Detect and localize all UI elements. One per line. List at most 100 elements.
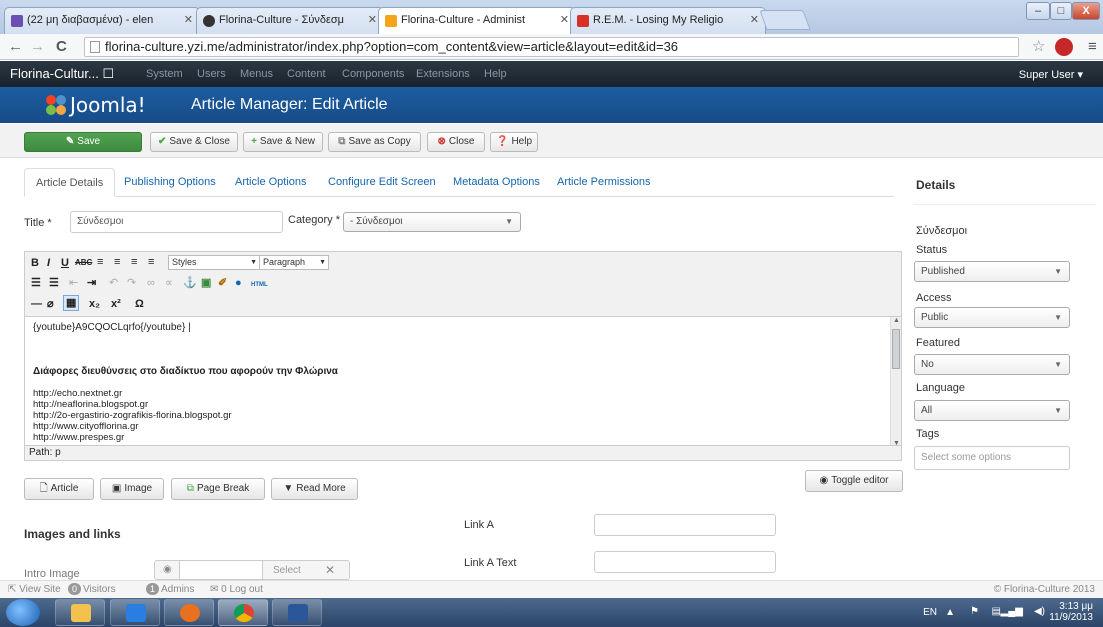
subscript-icon[interactable]: x₂ xyxy=(89,297,100,311)
save-copy-button[interactable]: ⧉ Save as Copy xyxy=(328,132,421,152)
read-more-button[interactable]: ▼ Read More xyxy=(271,478,358,500)
article-button[interactable]: 🗋 Article xyxy=(24,478,94,500)
tab-article-details[interactable]: Article Details xyxy=(24,168,116,197)
close-icon[interactable]: ✕ xyxy=(560,13,569,26)
user-menu[interactable]: Super User ▾ xyxy=(1019,68,1083,81)
back-icon[interactable]: ← xyxy=(8,38,23,56)
minimize-button[interactable]: – xyxy=(1026,2,1050,20)
menu-content[interactable]: Content xyxy=(287,68,326,80)
menu-menus[interactable]: Menus xyxy=(240,68,273,80)
image-icon[interactable]: ▣ xyxy=(201,276,211,290)
chevron-up-icon[interactable]: ▲ xyxy=(945,607,955,618)
language-select[interactable]: All ▼ xyxy=(914,400,1070,421)
access-select[interactable]: Public ▼ xyxy=(914,307,1070,328)
taskbar-explorer[interactable] xyxy=(55,599,105,626)
scrollbar-thumb[interactable] xyxy=(892,329,900,369)
browser-tab-mail[interactable]: (22 μη διαβασμένα) - elen ✕ xyxy=(4,7,200,34)
editor-scrollbar[interactable]: ▲ ▼ xyxy=(890,317,901,445)
taskbar-chrome[interactable] xyxy=(218,599,268,626)
eraser-icon[interactable]: ⌀ xyxy=(47,297,54,311)
help-button[interactable]: ❓ Help xyxy=(490,132,538,152)
close-icon[interactable]: ✕ xyxy=(184,13,193,26)
image-button[interactable]: ▣ Image xyxy=(100,478,164,500)
numbered-list-icon[interactable]: ☰ xyxy=(49,276,59,290)
paragraph-select[interactable]: Paragraph ▼ xyxy=(259,255,329,270)
help-icon[interactable]: ● xyxy=(235,276,242,290)
unlink-icon[interactable]: ∝ xyxy=(165,276,173,290)
url-input[interactable]: florina-culture.yzi.me/administrator/ind… xyxy=(84,37,1019,57)
link-a-input[interactable] xyxy=(594,514,776,536)
align-left-button[interactable]: ≡ xyxy=(97,255,103,269)
intro-image-input[interactable] xyxy=(179,561,263,579)
volume-icon[interactable]: ◀) xyxy=(1034,606,1045,617)
clear-icon[interactable]: ✕ xyxy=(325,563,335,577)
table-icon[interactable]: ▦ xyxy=(63,295,80,311)
menu-users[interactable]: Users xyxy=(197,68,226,80)
save-button[interactable]: ✎ Save xyxy=(24,132,142,152)
indent-icon[interactable]: ⇥ xyxy=(87,276,96,290)
scroll-up-icon[interactable]: ▲ xyxy=(893,317,900,324)
bullet-list-icon[interactable]: ☰ xyxy=(31,276,41,290)
anchor-icon[interactable]: ⚓ xyxy=(183,276,197,290)
save-new-button[interactable]: + Save & New xyxy=(243,132,323,152)
select-image-button[interactable]: Select xyxy=(273,565,301,576)
menu-help[interactable]: Help xyxy=(484,68,507,80)
align-right-button[interactable]: ≡ xyxy=(131,255,137,269)
strikethrough-button[interactable]: ABC xyxy=(75,256,92,270)
language-indicator[interactable]: EN xyxy=(923,607,937,618)
star-icon[interactable]: ☆ xyxy=(1032,38,1045,56)
page-break-button[interactable]: ⧉ Page Break xyxy=(171,478,265,500)
clock[interactable]: 3:13 μμ 11/9/2013 xyxy=(1049,601,1093,623)
link-icon[interactable]: ∞ xyxy=(147,276,155,290)
cleanup-icon[interactable]: ✐ xyxy=(218,276,227,290)
special-char-icon[interactable]: Ω xyxy=(135,297,144,311)
taskbar-word[interactable] xyxy=(272,599,322,626)
tags-input[interactable]: Select some options xyxy=(914,446,1070,470)
logout-link[interactable]: ✉ 0 Log out xyxy=(210,581,263,598)
toggle-editor-button[interactable]: ◉ Toggle editor xyxy=(805,470,903,492)
align-justify-button[interactable]: ≡ xyxy=(148,255,154,269)
browser-tab-admin[interactable]: Florina-Culture - Administ ✕ xyxy=(378,7,576,34)
tab-metadata-options[interactable]: Metadata Options xyxy=(442,168,551,197)
featured-select[interactable]: No ▼ xyxy=(914,354,1070,375)
close-button[interactable]: ⊗ Close xyxy=(427,132,485,152)
start-button[interactable] xyxy=(6,599,40,626)
html-icon[interactable]: HTML xyxy=(251,278,268,292)
taskbar-media[interactable] xyxy=(110,599,160,626)
flag-icon[interactable]: ⚑ xyxy=(970,606,979,617)
browser-tab-links[interactable]: Florina-Culture - Σύνδεσμ ✕ xyxy=(196,7,384,34)
title-input[interactable]: Σύνδεσμοι xyxy=(70,211,283,233)
italic-button[interactable]: I xyxy=(47,256,50,270)
undo-icon[interactable]: ↶ xyxy=(109,276,118,290)
browser-tab-youtube[interactable]: R.E.M. - Losing My Religio ✕ xyxy=(570,7,766,34)
menu-icon[interactable]: ≡ xyxy=(1088,38,1097,56)
menu-components[interactable]: Components xyxy=(342,68,404,80)
redo-icon[interactable]: ↷ xyxy=(127,276,136,290)
underline-button[interactable]: U xyxy=(61,256,69,270)
outdent-icon[interactable]: ⇤ xyxy=(69,276,78,290)
category-select[interactable]: - Σύνδεσμοι ▼ xyxy=(343,212,521,232)
reload-icon[interactable]: C xyxy=(56,38,67,56)
editor-content[interactable]: {youtube}A9CQOCLqrfo{/youtube} | Διάφορε… xyxy=(24,316,902,446)
save-close-button[interactable]: ✔ Save & Close xyxy=(150,132,238,152)
tab-article-permissions[interactable]: Article Permissions xyxy=(546,168,662,197)
maximize-button[interactable]: □ xyxy=(1050,2,1072,20)
superscript-icon[interactable]: x² xyxy=(111,297,121,311)
extension-icon[interactable] xyxy=(1055,38,1073,56)
close-window-button[interactable]: X xyxy=(1072,2,1100,20)
close-icon[interactable]: ✕ xyxy=(750,13,759,26)
bold-button[interactable]: B xyxy=(31,256,39,270)
view-site-link[interactable]: ⇱ View Site xyxy=(8,581,61,598)
status-select[interactable]: Published ▼ xyxy=(914,261,1070,282)
taskbar-firefox[interactable] xyxy=(164,599,214,626)
styles-select[interactable]: Styles ▼ xyxy=(168,255,260,270)
tab-publishing-options[interactable]: Publishing Options xyxy=(113,168,227,197)
site-brand-link[interactable]: Florina-Cultur... ☐ xyxy=(10,66,114,82)
tab-article-options[interactable]: Article Options xyxy=(224,168,318,197)
signal-icon[interactable]: ▂▄▆ xyxy=(1001,606,1023,617)
menu-extensions[interactable]: Extensions xyxy=(416,68,470,80)
new-tab-button[interactable] xyxy=(759,10,811,30)
horizontal-rule-icon[interactable]: — xyxy=(31,297,42,311)
forward-icon[interactable]: → xyxy=(30,38,45,56)
menu-system[interactable]: System xyxy=(146,68,183,80)
